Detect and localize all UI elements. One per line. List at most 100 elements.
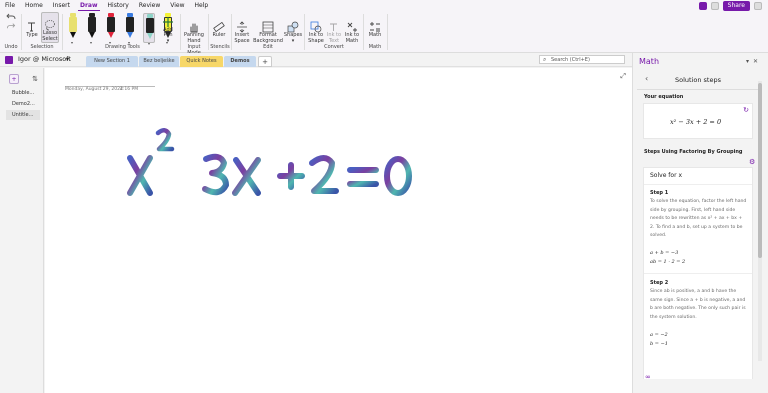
page-item-untitled[interactable]: Untitle... [6,110,40,120]
math-pane-controls[interactable]: ▾✕ [746,58,762,65]
step2-eq1: a = −2 [650,332,668,338]
your-equation-label: Your equation [644,94,684,100]
tab-new-section-1[interactable]: New Section 1 [86,56,138,67]
notifications-icon[interactable] [698,2,707,10]
notebook-bar: Igor @ Microsoft ▾ New Section 1 Bez bel… [0,53,632,67]
add-section-button[interactable]: + [258,56,272,67]
ink-2 [309,155,339,194]
note-canvas[interactable]: ⤢ Monday, August 29, 2022 4:16 PM [45,68,632,393]
ink-to-math-button[interactable]: Ink to Math [343,11,361,44]
undo-button[interactable] [5,11,17,39]
math-scroll-area[interactable]: ‹ Solution steps Your equation ↻ x² − 3x… [637,69,759,379]
ink-0 [384,156,412,196]
separator [62,14,63,50]
pen-blue[interactable]: ▾ [124,13,136,45]
pen-red[interactable]: ▾ [105,13,117,45]
math-pane: Math ▾✕ ‹ Solution steps Your equation ↻… [632,53,768,393]
menu-home[interactable]: Home [20,0,48,11]
divider [644,273,752,274]
step2-eq2: b = −1 [650,341,668,347]
equation-text: x² − 3x + 2 = 0 [670,118,722,126]
page-item-demo2[interactable]: Demo2... [6,99,40,109]
separator [387,14,388,50]
method-label: Steps Using Factoring By Grouping [644,149,743,155]
menu-draw[interactable]: Draw [75,0,103,11]
ribbon-options-icon[interactable] [754,2,762,10]
tab-bez-beljeske[interactable]: Bez belješke [139,56,179,67]
format-bg-label: Format Background [253,32,283,44]
step2-label: Step 2 [650,280,669,286]
shapes-button[interactable]: Shapes ▾ [284,11,302,44]
steps-card: Solve for x Step 1 To solve the equation… [643,167,753,379]
selection-group-label: Selection [30,44,54,50]
sort-icon[interactable]: ⇅ [30,74,40,84]
notebook-dropdown-icon[interactable]: ▾ [66,56,69,63]
notebook-title[interactable]: Igor @ Microsoft [18,55,71,63]
ruler-button[interactable]: Ruler . [211,11,227,44]
menu-history[interactable]: History [103,0,134,11]
menu-help[interactable]: Help [190,0,214,11]
search-placeholder: Search (Ctrl+E) [551,57,590,63]
math-pane-title: Math [639,57,660,66]
lasso-select-button[interactable]: Lasso Select [41,12,59,43]
insert-space-button[interactable]: Insert Space [233,11,251,44]
convert-group-label: Convert [324,44,344,50]
ink-math-label: Ink to Math [344,32,360,44]
add-pen-label: Add Pen [163,26,173,38]
ink-plus [277,162,305,190]
solve-for-label: Solve for x [650,172,683,179]
separator [304,14,305,50]
step2-text: Since ab is positive, a and b have the s… [650,289,746,320]
search-input[interactable]: ⌕ Search (Ctrl+E) [539,55,625,64]
ink-x1 [127,155,153,196]
page-item-bubble[interactable]: Bubble... [6,88,40,98]
format-background-button[interactable]: Format Background [253,11,283,44]
ink-to-shape-button[interactable]: Ink to Shape [307,11,325,44]
edit-group-label: Edit [263,44,273,50]
undo-icon [6,13,16,20]
type-label: Type [26,32,38,38]
plus-icon [163,16,173,27]
menu-view[interactable]: View [165,0,189,11]
ink-equation[interactable] [120,123,420,203]
refresh-icon[interactable]: ↻ [743,106,749,114]
notebook-icon [5,56,13,64]
more-options-icon[interactable] [710,2,719,10]
ruler-label: Ruler [212,32,226,38]
step1-eq1: a + b = −3 [650,250,679,256]
type-button[interactable]: Type . [24,11,40,44]
tab-demos[interactable]: Demos [224,56,256,67]
panning-hand-button[interactable]: Panning Hand [183,11,205,44]
math-group-label: Math [368,44,382,50]
pen-galaxy[interactable]: ▾ [143,13,155,46]
method-menu-icon[interactable]: ⚙ [749,158,755,166]
divider [644,184,752,185]
share-button[interactable]: Share [722,1,750,11]
menu-review[interactable]: Review [134,0,165,11]
menu-insert[interactable]: Insert [48,0,75,11]
step1-text: To solve the equation, factor the left h… [650,199,747,238]
lasso-label: Lasso Select [42,30,58,42]
tab-quick-notes[interactable]: Quick Notes [180,56,223,67]
ink-superscript-2 [155,128,175,152]
ink-text-label: Ink to Text [326,32,342,44]
math-scrollbar-thumb[interactable] [758,83,762,258]
separator [21,14,22,50]
math-button[interactable]: Math . [366,11,384,44]
add-page-icon[interactable]: + [9,74,19,84]
undo-group-label: Undo [4,44,18,50]
add-pen-button[interactable]: Add Pen ▾ [158,11,178,44]
onenote-window: { "menu": { "items": ["File","Home","Ins… [0,0,768,393]
back-arrow-icon[interactable]: ‹ [645,74,648,83]
pen-black[interactable]: ▾ [86,13,98,45]
separator [231,14,232,50]
redo-icon[interactable] [6,21,16,30]
ink-to-text-button[interactable]: Ink to Text [326,11,342,44]
divider [637,89,759,90]
expand-icon[interactable]: ⤢ [620,72,626,81]
graph-icon[interactable]: ∞ [645,373,651,381]
solution-steps-title: Solution steps [675,76,721,84]
pencil-tool[interactable]: ▾ [67,13,79,45]
step1-label: Step 1 [650,190,669,196]
menu-file[interactable]: File [0,0,20,11]
